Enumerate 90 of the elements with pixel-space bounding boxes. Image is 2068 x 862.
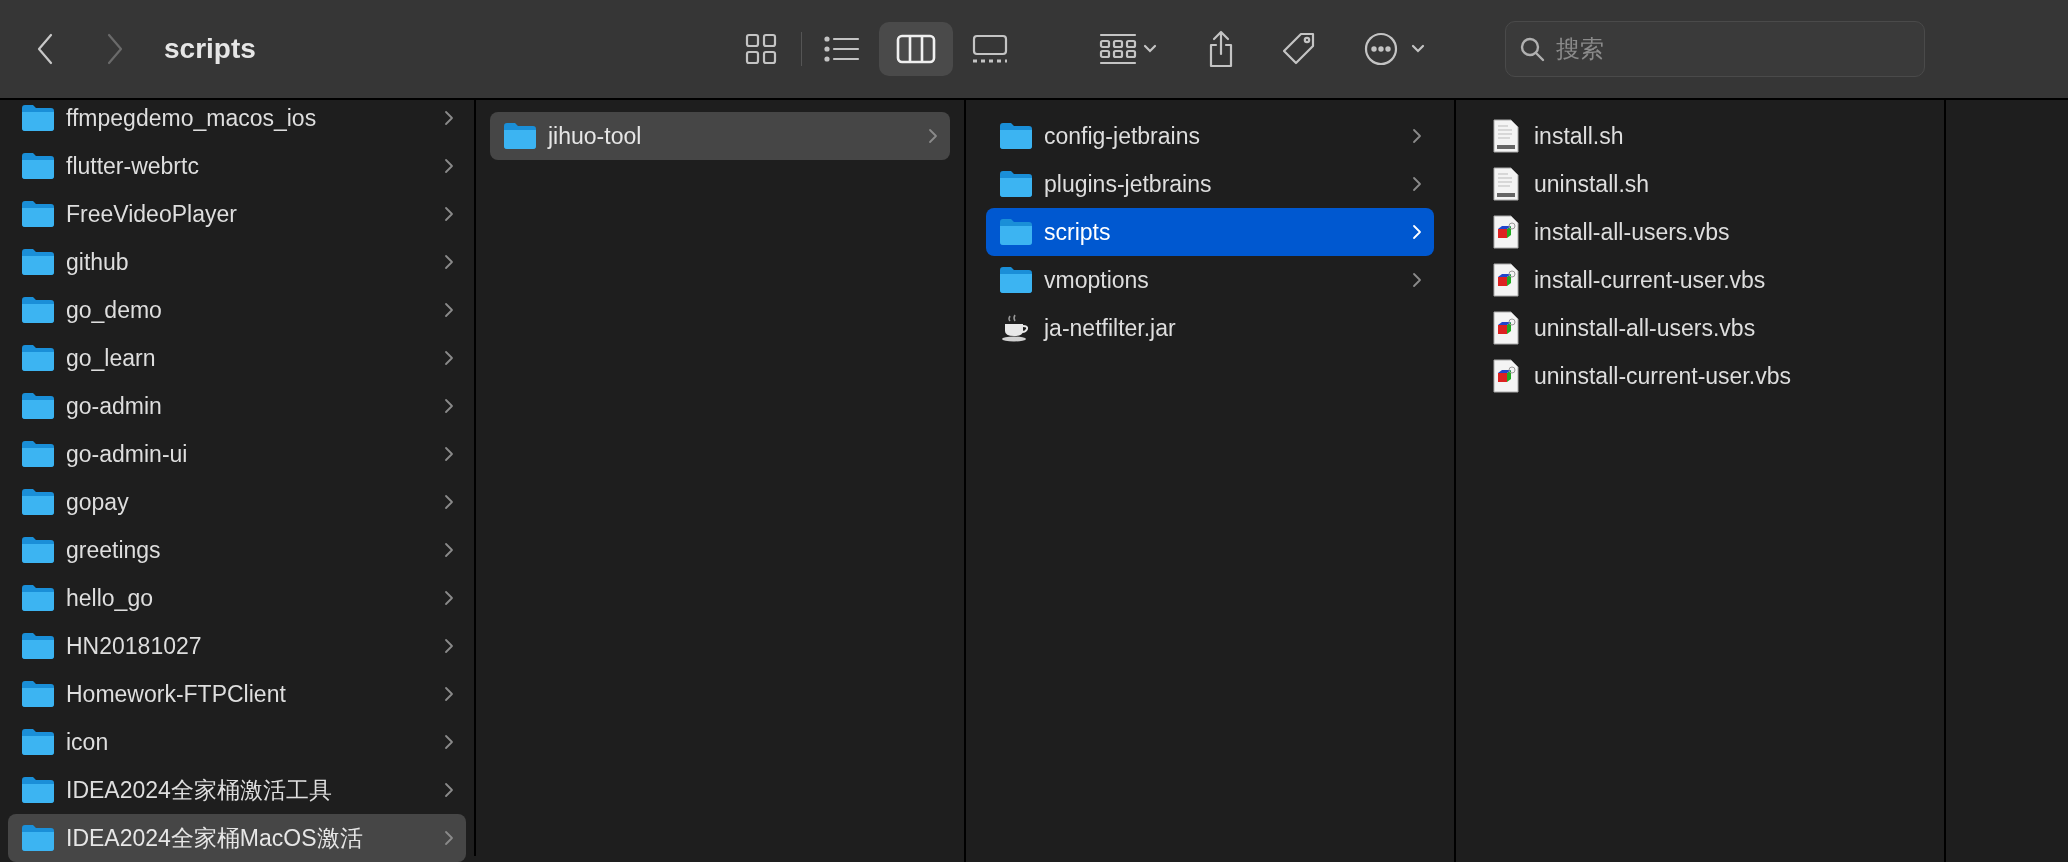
folder-icon xyxy=(999,266,1033,294)
file-row[interactable]: go_learn xyxy=(8,334,466,382)
list-view-icon xyxy=(824,34,860,64)
file-row[interactable]: jihuo-tool xyxy=(490,112,950,160)
chevron-right-icon xyxy=(444,446,454,462)
chevron-right-icon xyxy=(444,350,454,366)
chevron-right-icon xyxy=(444,110,454,126)
chevron-right-icon xyxy=(1412,272,1422,288)
file-row[interactable]: github xyxy=(8,238,466,286)
file-row[interactable]: install.sh xyxy=(1476,112,1924,160)
folder-icon xyxy=(999,218,1033,246)
folder-icon xyxy=(21,200,55,228)
folder-icon xyxy=(21,296,55,324)
chevron-right-icon xyxy=(928,128,938,144)
tag-icon xyxy=(1281,31,1317,67)
forward-icon xyxy=(105,32,125,66)
file-row[interactable]: go-admin-ui xyxy=(8,430,466,478)
script-document-icon xyxy=(1492,263,1520,297)
folder-icon xyxy=(21,824,55,852)
file-row[interactable]: go_demo xyxy=(8,286,466,334)
coffee-cup-icon xyxy=(1001,314,1031,342)
chevron-right-icon xyxy=(1412,224,1422,240)
file-row[interactable]: uninstall.sh xyxy=(1476,160,1924,208)
file-row[interactable]: Homework-FTPClient xyxy=(8,670,466,718)
chevron-right-icon xyxy=(444,590,454,606)
chevron-right-icon xyxy=(1412,128,1422,144)
chevron-right-icon xyxy=(444,254,454,270)
group-icon xyxy=(1099,32,1159,66)
folder-icon xyxy=(999,170,1033,198)
file-row[interactable]: uninstall-all-users.vbs xyxy=(1476,304,1924,352)
chevron-right-icon xyxy=(444,302,454,318)
file-row[interactable]: go-admin xyxy=(8,382,466,430)
file-row[interactable]: vmoptions xyxy=(986,256,1434,304)
chevron-right-icon xyxy=(444,638,454,654)
script-document-icon xyxy=(1492,359,1520,393)
file-row[interactable]: gopay xyxy=(8,478,466,526)
folder-icon xyxy=(21,776,55,804)
file-row[interactable]: greetings xyxy=(8,526,466,574)
folder-icon xyxy=(21,344,55,372)
chevron-right-icon xyxy=(444,830,454,846)
file-row[interactable]: IDEA2024全家桶激活工具 xyxy=(8,766,466,814)
chevron-right-icon xyxy=(444,158,454,174)
file-row[interactable]: HN20181027 xyxy=(8,622,466,670)
gallery-view-icon xyxy=(970,33,1010,65)
file-row[interactable]: icon xyxy=(8,718,466,766)
file-row[interactable]: hello_go xyxy=(8,574,466,622)
chevron-right-icon xyxy=(444,494,454,510)
chevron-right-icon xyxy=(444,734,454,750)
file-row[interactable]: FreeVideoPlayer xyxy=(8,190,466,238)
search-field[interactable]: 搜索 xyxy=(1505,21,1925,77)
file-row[interactable]: plugins-jetbrains xyxy=(986,160,1434,208)
file-row[interactable]: install-current-user.vbs xyxy=(1476,256,1924,304)
file-row[interactable]: IDEA2024全家桶MacOS激活 xyxy=(8,814,466,862)
folder-icon xyxy=(21,728,55,756)
script-document-icon xyxy=(1492,311,1520,345)
script-document-icon xyxy=(1492,215,1520,249)
folder-icon xyxy=(21,584,55,612)
file-row[interactable]: scripts xyxy=(986,208,1434,256)
window-title: scripts xyxy=(164,32,257,66)
icon-view-icon xyxy=(744,32,778,66)
document-icon xyxy=(1492,119,1520,153)
file-row[interactable]: flutter-webrtc xyxy=(8,142,466,190)
chevron-right-icon xyxy=(444,782,454,798)
share-icon xyxy=(1207,30,1235,68)
column-view-icon xyxy=(896,33,936,65)
chevron-right-icon xyxy=(444,686,454,702)
folder-icon xyxy=(503,122,537,150)
document-icon xyxy=(1492,167,1520,201)
back-icon xyxy=(35,32,55,66)
folder-icon xyxy=(21,248,55,276)
folder-icon xyxy=(21,104,55,132)
search-icon xyxy=(1519,36,1545,62)
folder-icon xyxy=(21,152,55,180)
chevron-right-icon xyxy=(1412,176,1422,192)
chevron-right-icon xyxy=(444,398,454,414)
column-view-button[interactable] xyxy=(879,22,953,76)
file-row[interactable]: config-jetbrains xyxy=(986,112,1434,160)
folder-icon xyxy=(21,680,55,708)
file-row[interactable]: uninstall-current-user.vbs xyxy=(1476,352,1924,400)
folder-icon xyxy=(21,536,55,564)
folder-icon xyxy=(21,488,55,516)
folder-icon xyxy=(21,440,55,468)
chevron-right-icon xyxy=(444,206,454,222)
folder-icon xyxy=(21,392,55,420)
folder-icon xyxy=(999,122,1033,150)
file-row[interactable]: ja-netfilter.jar xyxy=(986,304,1434,352)
folder-icon xyxy=(21,632,55,660)
chevron-right-icon xyxy=(444,542,454,558)
file-row[interactable]: ffmpegdemo_macos_ios xyxy=(8,100,466,142)
file-row[interactable]: install-all-users.vbs xyxy=(1476,208,1924,256)
